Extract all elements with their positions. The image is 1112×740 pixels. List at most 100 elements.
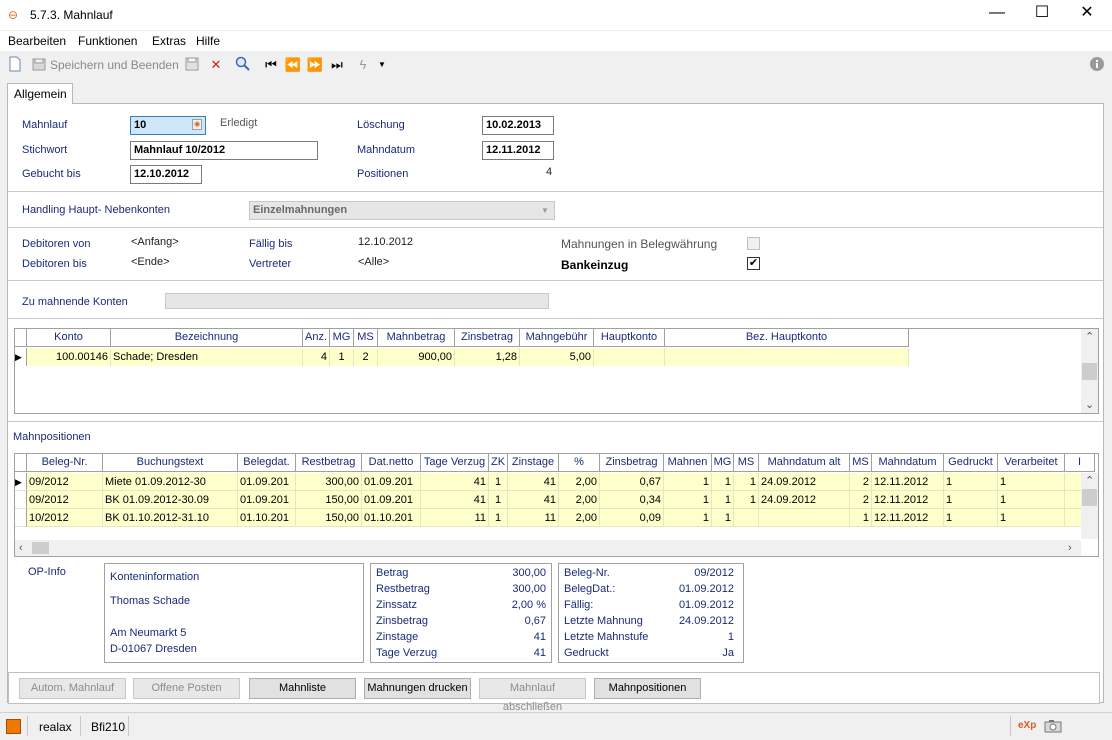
mahnungen-drucken-button[interactable]: Mahnungen drucken <box>364 678 471 699</box>
table-cell: 900,00 <box>378 348 455 366</box>
column-header[interactable]: MS <box>734 454 759 472</box>
menu-funktionen[interactable]: Funktionen <box>78 34 137 48</box>
menu-hilfe[interactable]: Hilfe <box>196 34 220 48</box>
betrag-info-value: 300,00 <box>512 583 546 595</box>
export-icon[interactable]: eXp <box>1018 720 1036 731</box>
debitoren-bis-value[interactable]: <Ende> <box>131 256 170 268</box>
column-header[interactable]: MS <box>850 454 872 472</box>
minimize-button[interactable]: — <box>974 0 1020 30</box>
column-header[interactable]: Konto <box>27 329 111 347</box>
row-selector[interactable]: ▶ <box>15 348 27 366</box>
column-header[interactable]: Mahngebühr <box>520 329 594 347</box>
loeschung-input[interactable]: 10.02.2013 <box>482 116 554 135</box>
column-header[interactable]: Restbetrag <box>296 454 362 472</box>
stichwort-input[interactable]: Mahnlauf 10/2012 <box>130 141 318 160</box>
faellig-bis-value[interactable]: 12.10.2012 <box>358 236 413 248</box>
konten-field[interactable] <box>165 293 549 309</box>
column-header[interactable]: Dat.netto <box>362 454 421 472</box>
row-selector[interactable]: ▶ <box>15 473 27 491</box>
table-row[interactable]: 10/2012 BK 01.10.2012-31.10 01.10.201 150,0… <box>27 509 1093 527</box>
table-cell: 5,00 <box>520 348 594 366</box>
bankeinzug-checkbox[interactable]: ✔ <box>747 257 760 270</box>
column-header[interactable]: Mahnen <box>664 454 712 472</box>
column-header[interactable]: Gedruckt <box>944 454 998 472</box>
first-record-icon[interactable]: ⏮ <box>262 56 280 74</box>
save-close-button[interactable]: Speichern und Beenden <box>50 58 179 72</box>
mahnliste-button[interactable]: Mahnliste <box>249 678 356 699</box>
table-row[interactable]: 09/2012 Miete 01.09.2012-30 01.09.201 300,0… <box>27 473 1093 491</box>
accounts-grid[interactable]: Konto Bezeichnung Anz. MG MS Mahnbetrag Zinsbe… <box>14 328 1099 414</box>
row-selector[interactable] <box>15 491 27 509</box>
column-header[interactable]: Mahndatum <box>872 454 944 472</box>
column-header[interactable]: Buchungstext <box>103 454 238 472</box>
chevron-down-icon[interactable]: ▼ <box>538 203 552 218</box>
menu-extras[interactable]: Extras <box>152 34 186 48</box>
dropdown-arrow-icon[interactable]: ▼ <box>373 56 391 74</box>
column-header[interactable]: Verarbeitet <box>998 454 1065 472</box>
column-header[interactable]: MS <box>354 329 378 347</box>
handling-select[interactable]: Einzelmahnungen <box>249 201 555 220</box>
column-header[interactable]: Zinsbetrag <box>455 329 520 347</box>
column-header[interactable]: Bezeichnung <box>111 329 303 347</box>
new-document-icon[interactable] <box>6 56 24 74</box>
column-header[interactable]: Zinsbetrag <box>600 454 664 472</box>
table-row[interactable]: 100.00146 Schade; Dresden 4 1 2 900,00 1,28 5,0… <box>27 348 909 366</box>
positions-horizontal-scrollbar[interactable] <box>15 540 1081 556</box>
column-header[interactable]: Tage Verzug <box>421 454 489 472</box>
offene-posten-button[interactable]: Offene Posten <box>133 678 240 699</box>
lookup-icon[interactable]: ◉ <box>192 119 202 130</box>
scrollbar-thumb[interactable] <box>1082 489 1097 506</box>
menu-bearbeiten[interactable]: Bearbeiten <box>8 34 66 48</box>
status-user: realax <box>39 720 72 734</box>
column-header[interactable]: % <box>559 454 600 472</box>
column-header[interactable]: Mahndatum alt <box>759 454 850 472</box>
table-cell: 2 <box>354 348 378 366</box>
previous-record-icon[interactable]: ⏪ <box>284 56 302 74</box>
table-cell: 100.00146 <box>27 348 111 366</box>
column-header[interactable]: Zinstage <box>508 454 559 472</box>
scrollbar-thumb[interactable] <box>32 542 49 554</box>
table-row[interactable]: 09/2012 BK 01.09.2012-30.09 01.09.201 150,0… <box>27 491 1093 509</box>
search-icon[interactable] <box>234 56 252 74</box>
mahndatum-input[interactable]: 12.11.2012 <box>482 141 554 160</box>
column-header[interactable]: Beleg-Nr. <box>27 454 103 472</box>
row-selector[interactable] <box>15 509 27 527</box>
betrag-info-label: Zinstage <box>376 631 419 643</box>
scroll-up-icon[interactable]: ⌃ <box>1085 330 1094 343</box>
column-header[interactable]: Belegdat. <box>238 454 296 472</box>
column-header[interactable]: Hauptkonto <box>594 329 665 347</box>
vertreter-value[interactable]: <Alle> <box>358 256 389 268</box>
last-record-icon[interactable]: ⏭ <box>328 56 346 74</box>
positionen-value: 4 <box>546 166 553 178</box>
scroll-right-icon[interactable]: › <box>1068 542 1072 554</box>
column-header[interactable]: MG <box>712 454 734 472</box>
scrollbar-thumb[interactable] <box>1082 363 1097 380</box>
camera-icon[interactable] <box>1044 719 1062 736</box>
save-icon[interactable] <box>183 56 201 74</box>
belegwaehrung-checkbox[interactable] <box>747 237 760 250</box>
scroll-down-icon[interactable]: ⌄ <box>1085 398 1094 411</box>
delete-icon[interactable]: ✕ <box>207 56 225 74</box>
next-record-icon[interactable]: ⏩ <box>306 56 324 74</box>
erledigt-label: Erledigt <box>220 117 258 129</box>
mahnlauf-abschliessen-button[interactable]: Mahnlauf abschließen <box>479 678 586 713</box>
close-button[interactable]: ✕ <box>1064 0 1110 30</box>
column-header[interactable]: Bez. Hauptkonto <box>665 329 909 347</box>
debitoren-von-value[interactable]: <Anfang> <box>131 236 179 248</box>
autom-mahnlauf-button[interactable]: Autom. Mahnlauf <box>19 678 126 699</box>
lightning-icon[interactable]: ϟ <box>354 56 372 74</box>
gebucht-bis-input[interactable]: 12.10.2012 <box>130 165 202 184</box>
table-cell: 24.09.2012 <box>759 473 850 491</box>
column-header[interactable]: I <box>1065 454 1095 472</box>
scroll-left-icon[interactable]: ‹ <box>19 542 23 554</box>
scroll-up-icon[interactable]: ⌃ <box>1085 474 1094 487</box>
save-close-icon[interactable] <box>30 56 48 74</box>
maximize-button[interactable]: ☐ <box>1019 0 1065 30</box>
column-header[interactable]: ZK <box>489 454 508 472</box>
column-header[interactable]: MG <box>330 329 354 347</box>
mahnpositionen-button[interactable]: Mahnpositionen <box>594 678 701 699</box>
tab-allgemein[interactable]: Allgemein <box>7 83 73 104</box>
column-header[interactable]: Anz. <box>303 329 330 347</box>
info-icon[interactable] <box>1088 56 1106 74</box>
column-header[interactable]: Mahnbetrag <box>378 329 455 347</box>
